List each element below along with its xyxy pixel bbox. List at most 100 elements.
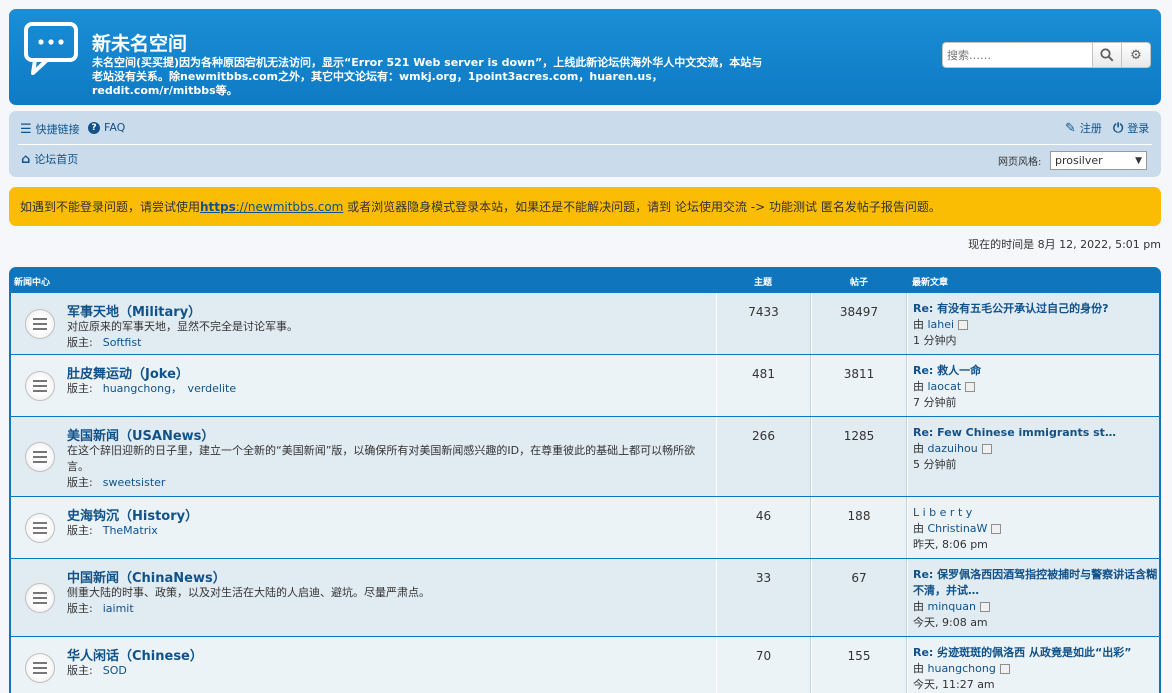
forum-read-icon	[25, 442, 55, 472]
last-post: Re: 救人一命 由 laocat 7 分钟前	[907, 355, 1159, 416]
last-post-title[interactable]: L i b e r t y	[913, 505, 1159, 521]
quick-links-menu[interactable]: ☰ 快捷链接	[20, 121, 80, 137]
gear-icon: ⚙	[1130, 47, 1142, 63]
moderator-label: 版主:	[67, 524, 93, 537]
forum-read-icon	[25, 309, 55, 339]
moderator-link[interactable]: SOD	[103, 664, 127, 677]
forum-title[interactable]: 美国新闻（USANews）	[67, 425, 214, 444]
by-label: 由	[913, 318, 924, 331]
last-post-time: 今天, 9:08 am	[913, 616, 988, 629]
last-post-title[interactable]: Re: Few Chinese immigrants st…	[913, 425, 1159, 441]
last-post-title[interactable]: Re: 有没有五毛公开承认过自己的身份?	[913, 301, 1159, 317]
faq-link[interactable]: ? FAQ	[88, 121, 125, 134]
register-link[interactable]: ✎ 注册	[1065, 120, 1102, 136]
last-post-user[interactable]: huangchong	[928, 662, 996, 675]
posts-count: 38497	[811, 293, 907, 354]
chat-bubble-icon[interactable]	[23, 21, 81, 75]
register-label: 注册	[1079, 122, 1102, 135]
last-post-user[interactable]: lahei	[928, 318, 955, 331]
topics-count: 46	[716, 497, 811, 558]
moderator-link[interactable]: TheMatrix	[103, 524, 158, 537]
forum-row: 中国新闻（ChinaNews） 侧重大陆的时事、政策，以及对生活在大陆的人启迪、…	[11, 558, 1159, 636]
forum-row-main: 中国新闻（ChinaNews） 侧重大陆的时事、政策，以及对生活在大陆的人启迪、…	[11, 559, 716, 636]
view-latest-post-icon[interactable]	[965, 382, 976, 392]
last-post-title[interactable]: Re: 救人一命	[913, 363, 1159, 379]
advanced-search-button[interactable]: ⚙	[1122, 42, 1151, 68]
login-link[interactable]: ⏻ 登录	[1113, 120, 1149, 136]
moderator-label: 版主:	[67, 664, 93, 677]
forum-row-main: 史海钩沉（History） 版主: TheMatrix	[11, 497, 716, 558]
view-latest-post-icon[interactable]	[979, 602, 990, 612]
breadcrumb-home-label: 论坛首页	[34, 153, 79, 166]
question-circle-icon: ?	[88, 121, 100, 134]
forum-title[interactable]: 中国新闻（ChinaNews）	[67, 567, 226, 586]
notice-text-after: 或者浏览器隐身模式登录本站，如果还是不能解决问题，请到 论坛使用交流 -> 功能…	[343, 200, 941, 214]
notice-link[interactable]: https://newmitbbs.com	[200, 200, 343, 214]
search-box: ⚙	[942, 42, 1161, 68]
moderator-link[interactable]: sweetsister	[103, 476, 166, 489]
by-label: 由	[913, 380, 924, 393]
topics-count: 33	[716, 559, 811, 636]
notice-link-rest: ://newmitbbs.com	[235, 200, 344, 214]
view-latest-post-icon[interactable]	[991, 524, 1002, 534]
view-latest-post-icon[interactable]	[981, 444, 992, 454]
forum-row: 史海钩沉（History） 版主: TheMatrix 46 188 L i b …	[11, 496, 1159, 558]
last-post-user[interactable]: minquan	[928, 600, 976, 613]
search-input[interactable]	[942, 42, 1093, 68]
notice-banner: 如遇到不能登录问题，请尝试使用https://newmitbbs.com 或者浏…	[9, 187, 1161, 226]
last-post-time: 5 分钟前	[913, 458, 957, 471]
search-button[interactable]	[1093, 42, 1122, 68]
last-post: Re: 有没有五毛公开承认过自己的身份? 由 lahei 1 分钟内	[907, 293, 1159, 354]
forum-title[interactable]: 史海钩沉（History）	[67, 505, 198, 524]
last-post-author: 由 huangchong	[913, 661, 1159, 677]
forum-row-main: 美国新闻（USANews） 在这个辞旧迎新的日子里，建立一个全新的“美国新闻”版…	[11, 417, 716, 496]
forum-title[interactable]: 华人闲话（Chinese）	[67, 645, 203, 664]
last-post-user[interactable]: dazuihou	[928, 442, 978, 455]
last-post-time: 7 分钟前	[913, 396, 957, 409]
view-latest-post-icon[interactable]	[958, 320, 969, 330]
moderator-label: 版主:	[67, 476, 93, 489]
last-post-title[interactable]: Re: 保罗佩洛西因酒驾指控被捕时与警察讲话含糊不清，并试…	[913, 567, 1158, 599]
last-post-author: 由 laocat	[913, 379, 1159, 395]
topics-count: 7433	[716, 293, 811, 354]
forum-moderators: 版主: SOD	[67, 663, 707, 679]
home-icon: ⌂	[21, 151, 31, 167]
style-select[interactable]: prosilver ▼	[1050, 151, 1147, 170]
forum-moderators: 版主: iaimit	[67, 601, 707, 617]
forum-title[interactable]: 军事天地（Military）	[67, 301, 201, 320]
category-title[interactable]: 新闻中心	[14, 275, 50, 288]
forum-title[interactable]: 肚皮舞运动（Joke）	[67, 363, 189, 382]
moderator-link[interactable]: huangchong， verdelite	[103, 382, 236, 395]
last-post-user[interactable]: laocat	[928, 380, 962, 393]
last-post-time: 今天, 11:27 am	[913, 678, 995, 691]
forum-moderators: 版主: TheMatrix	[67, 523, 707, 539]
last-post: L i b e r t y 由 ChristinaW 昨天, 8:06 pm	[907, 497, 1159, 558]
breadcrumb-home[interactable]: ⌂ 论坛首页	[21, 151, 78, 167]
last-post-user[interactable]: ChristinaW	[928, 522, 988, 535]
last-post-title[interactable]: Re: 劣迹斑斑的佩洛西 从政竟是如此“出彩”	[913, 645, 1159, 661]
forum-moderators: 版主: sweetsister	[67, 475, 707, 491]
moderator-link[interactable]: iaimit	[103, 602, 134, 615]
forum-row: 华人闲话（Chinese） 版主: SOD 70 155 Re: 劣迹斑斑的佩洛西…	[11, 636, 1159, 693]
posts-count: 155	[811, 637, 907, 693]
posts-count: 1285	[811, 417, 907, 496]
forum-moderators: 版主: Softfist	[67, 335, 707, 351]
view-latest-post-icon[interactable]	[999, 664, 1010, 674]
forum-desc-text: 侧重大陆的时事、政策，以及对生活在大陆的人启迪、避坑。尽量严肃点。	[67, 586, 430, 599]
search-icon	[1100, 48, 1114, 62]
last-post-time: 1 分钟内	[913, 334, 957, 347]
forum-description: 侧重大陆的时事、政策，以及对生活在大陆的人启迪、避坑。尽量严肃点。 版主: iai…	[67, 585, 707, 617]
notice-text-before: 如遇到不能登录问题，请尝试使用	[20, 200, 201, 214]
moderator-link[interactable]: Softfist	[103, 336, 142, 349]
chevron-down-icon: ▼	[1135, 155, 1142, 166]
forum-description: 版主: huangchong， verdelite	[67, 381, 707, 397]
forum-row-main: 华人闲话（Chinese） 版主: SOD	[11, 637, 716, 693]
forum-moderators: 版主: huangchong， verdelite	[67, 381, 707, 397]
site-title[interactable]: 新未名空间	[92, 29, 187, 56]
topics-count: 481	[716, 355, 811, 416]
last-post-author: 由 dazuihou	[913, 441, 1159, 457]
style-label: 网页风格:	[998, 157, 1042, 168]
nav-divider	[18, 144, 1152, 145]
forum-description: 对应原来的军事天地，显然不完全是讨论军事。 版主: Softfist	[67, 319, 707, 351]
last-post-time: 昨天, 8:06 pm	[913, 538, 988, 551]
